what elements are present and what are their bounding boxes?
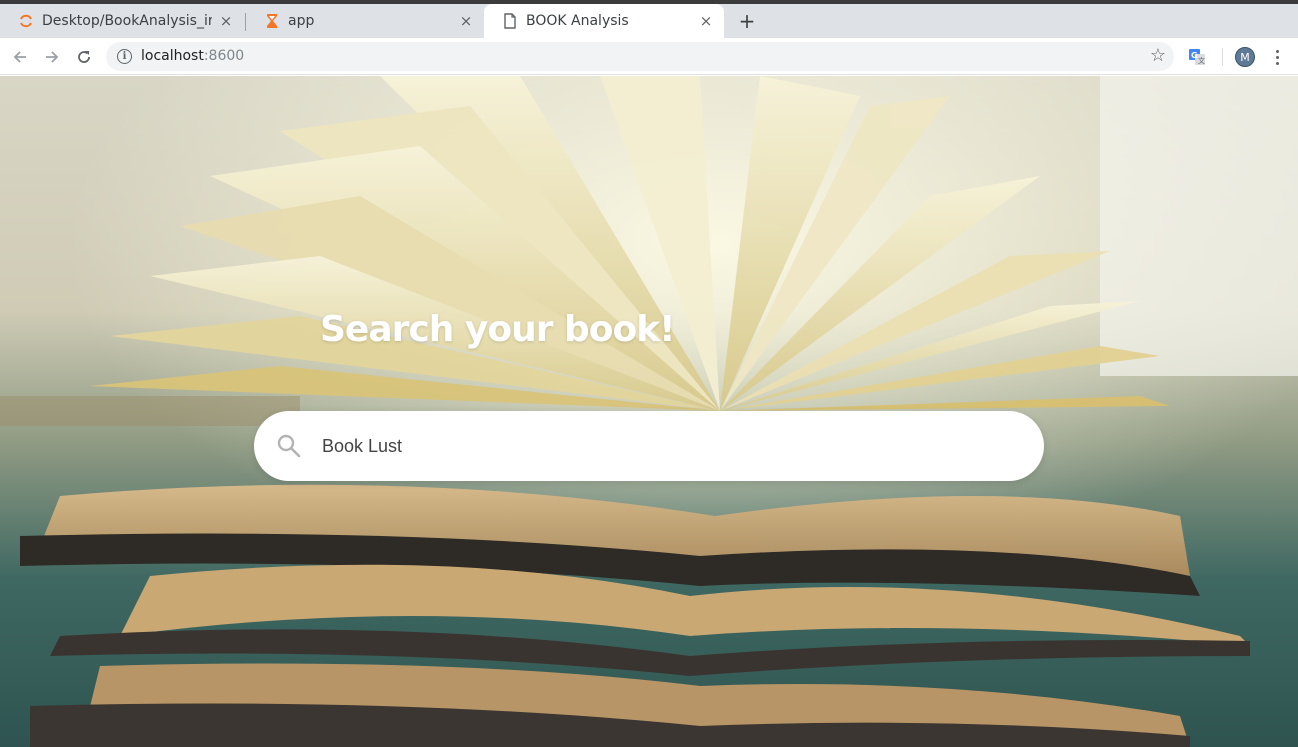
- back-button[interactable]: [7, 44, 33, 70]
- hourglass-icon: [264, 13, 280, 29]
- address-bar[interactable]: i localhost:8600 ☆: [106, 42, 1174, 71]
- forward-button[interactable]: [39, 44, 65, 70]
- url-text: localhost:8600: [141, 48, 244, 64]
- tab-title: Desktop/BookAnalysis_in: [42, 13, 212, 29]
- tab-app[interactable]: app ×: [246, 4, 484, 38]
- url-port: :8600: [203, 48, 245, 64]
- page-icon: [502, 13, 518, 29]
- svg-text:文: 文: [1198, 56, 1205, 65]
- arrow-right-icon: [46, 51, 59, 63]
- info-icon[interactable]: i: [117, 49, 132, 64]
- jupyter-icon: [18, 13, 34, 29]
- tab-book-analysis[interactable]: BOOK Analysis ×: [484, 4, 724, 38]
- search-bar[interactable]: [254, 411, 1044, 481]
- reload-button[interactable]: [71, 44, 97, 70]
- bookmark-star-icon[interactable]: ☆: [1150, 45, 1166, 66]
- tab-jupyter[interactable]: Desktop/BookAnalysis_in ×: [0, 4, 244, 38]
- close-icon[interactable]: ×: [458, 12, 474, 30]
- menu-dots-icon[interactable]: [1268, 46, 1286, 68]
- profile-avatar[interactable]: M: [1235, 47, 1255, 67]
- tab-title: BOOK Analysis: [526, 13, 629, 29]
- close-icon[interactable]: ×: [698, 12, 714, 30]
- browser-toolbar: i localhost:8600 ☆ G 文 M: [0, 38, 1298, 75]
- url-host: localhost: [141, 48, 204, 64]
- close-icon[interactable]: ×: [218, 12, 234, 30]
- tab-bar: Desktop/BookAnalysis_in × app × BOOK Ana…: [0, 4, 1298, 38]
- tab-title: app: [288, 13, 315, 29]
- arrow-left-icon: [13, 51, 26, 63]
- toolbar-separator: [1222, 48, 1223, 66]
- search-input[interactable]: [322, 433, 1002, 459]
- reload-icon: [78, 51, 90, 63]
- new-tab-button[interactable]: +: [734, 8, 760, 34]
- page-content: Search your book!: [0, 76, 1298, 747]
- svg-text:G: G: [1191, 51, 1198, 60]
- page-headline: Search your book!: [320, 309, 676, 350]
- search-icon: [277, 434, 301, 458]
- translate-icon[interactable]: G 文: [1188, 48, 1206, 66]
